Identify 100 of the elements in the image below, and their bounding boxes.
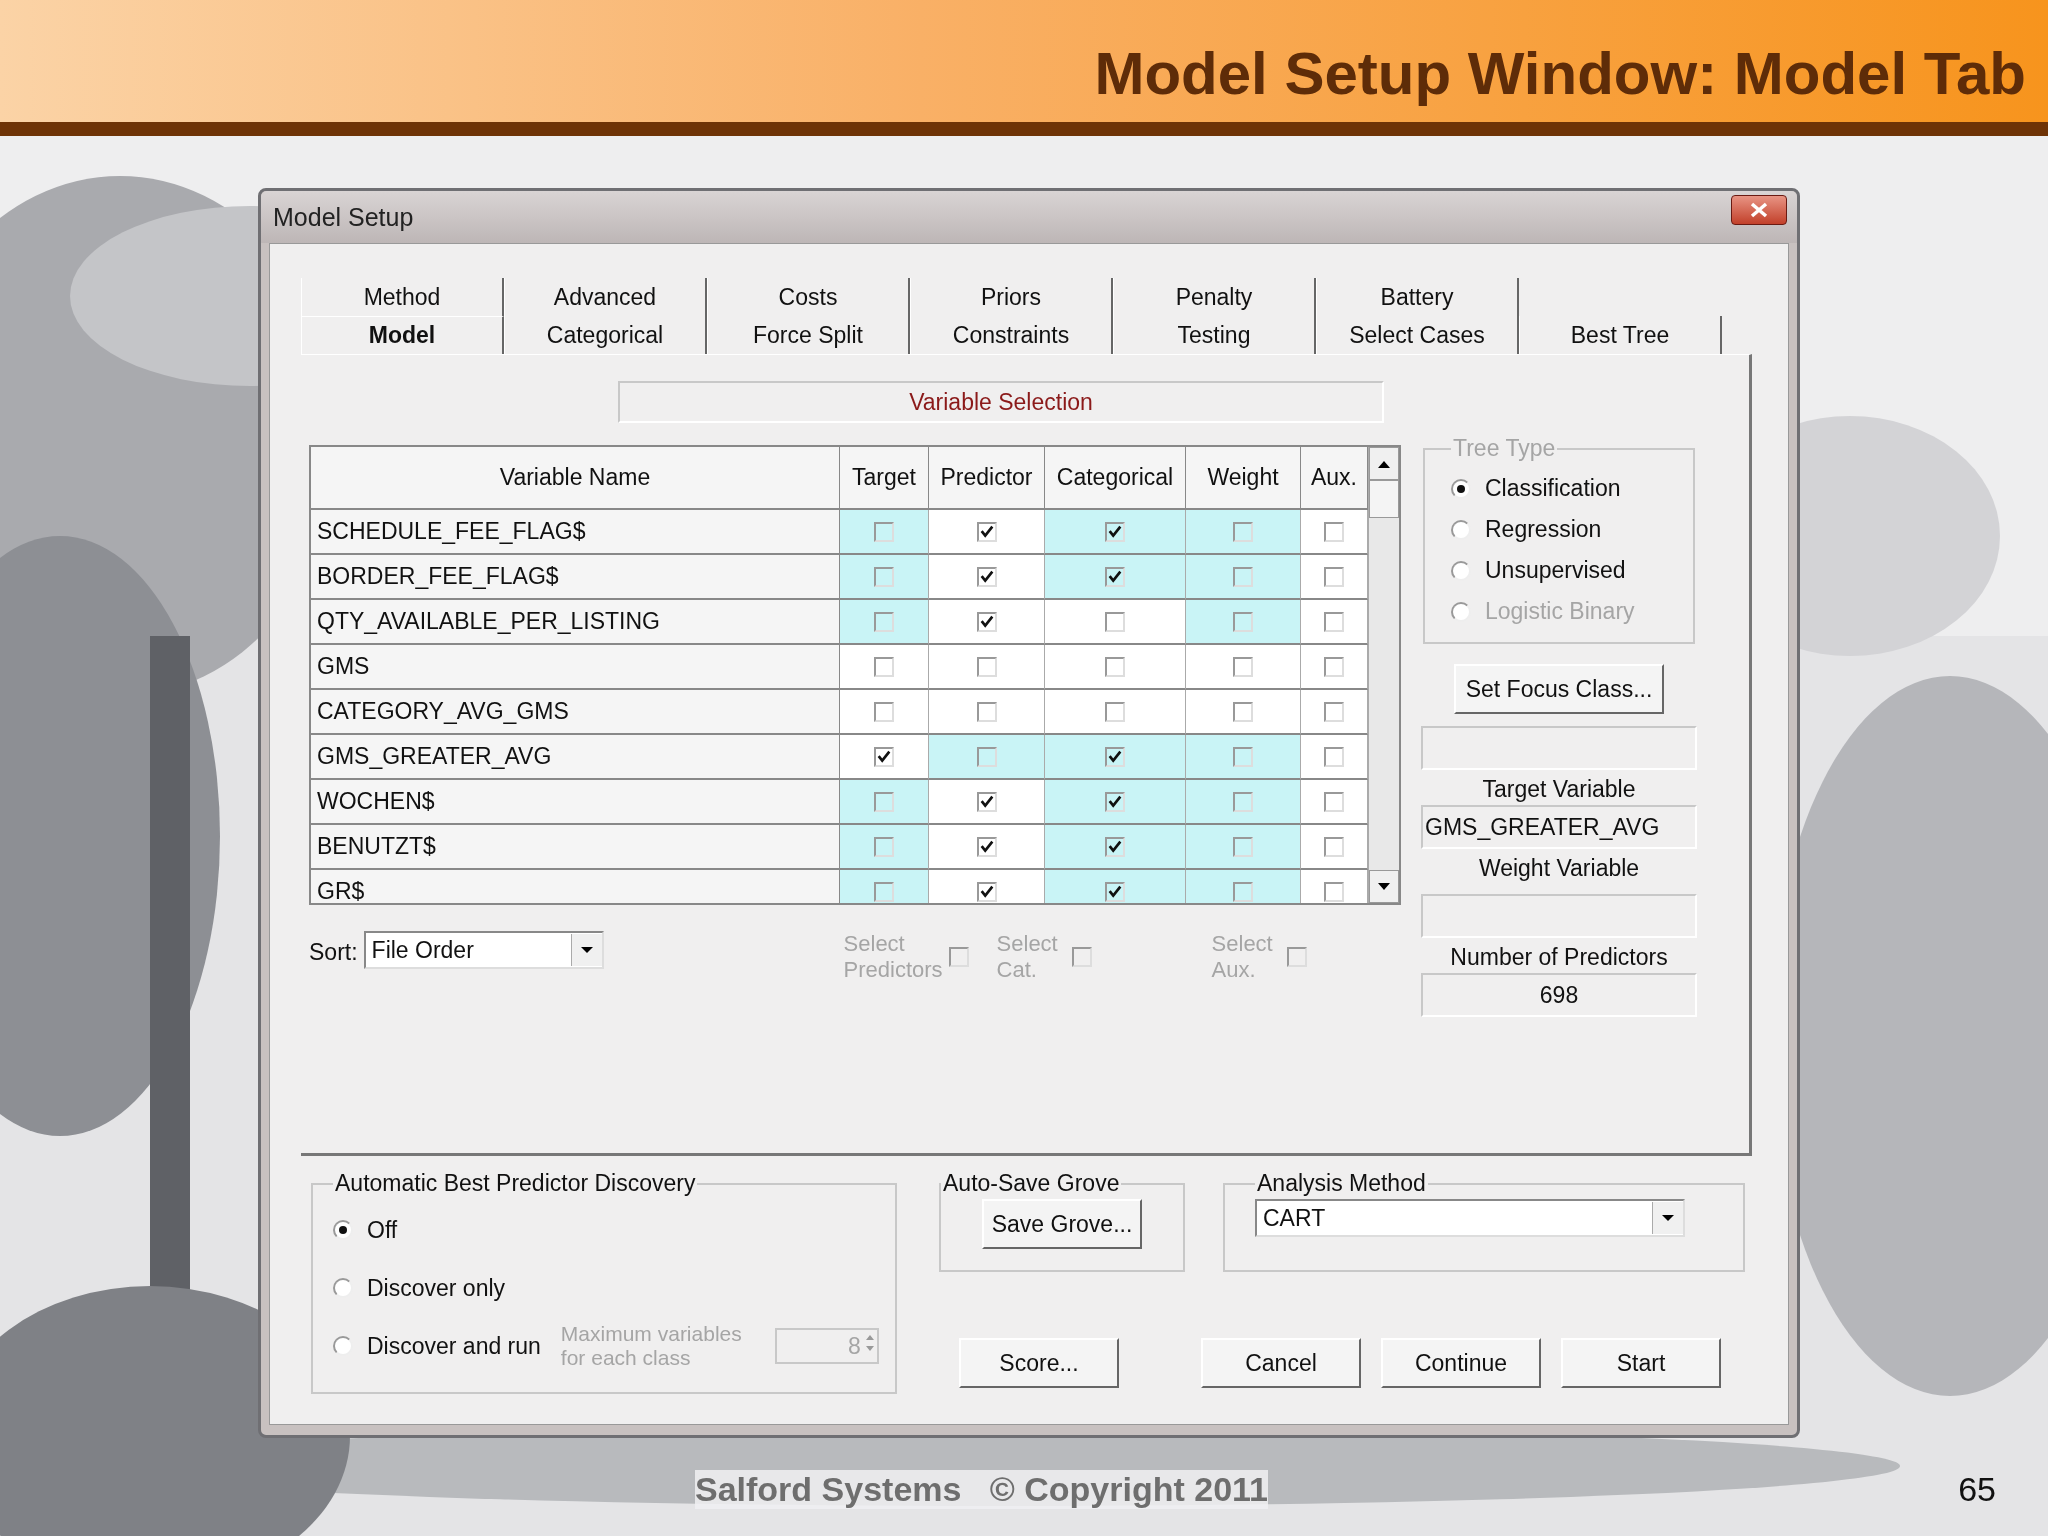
sort-label: Sort: [309,939,358,966]
radio-label: Unsupervised [1485,557,1626,584]
tab[interactable]: Testing [1113,316,1316,354]
dialog-button[interactable]: Start [1561,1338,1721,1388]
checkbox[interactable] [874,566,894,587]
checkbox[interactable] [1324,836,1344,857]
field-label: Target Variable [1482,776,1636,803]
column-header: Weight [1186,447,1301,510]
dialog-button[interactable]: Continue [1381,1338,1541,1388]
tab[interactable]: Best Tree [1519,316,1722,354]
checkbox-label: Select Cat. [996,931,1059,983]
checkbox[interactable] [1105,746,1125,767]
tab[interactable]: Method [301,278,504,316]
checkbox[interactable] [1324,611,1344,632]
checkbox[interactable] [1105,566,1125,587]
checkbox[interactable] [1324,881,1344,902]
tab[interactable]: Advanced [504,278,707,316]
checkbox[interactable] [1105,521,1125,542]
radio-label: Logistic Binary [1485,598,1635,625]
scroll-thumb[interactable] [1369,480,1399,518]
checkbox[interactable] [1233,746,1253,767]
checkbox[interactable] [976,836,997,857]
checkbox[interactable] [1233,521,1253,542]
dialog-button[interactable]: Score... [959,1338,1119,1388]
table-cell: SCHEDULE_FEE_FLAG$ [311,510,840,555]
checkbox[interactable] [1324,656,1344,677]
checkbox[interactable] [976,701,997,722]
checkbox[interactable] [976,791,997,812]
save-grove-button[interactable]: Save Grove... [982,1199,1142,1249]
tab[interactable]: Constraints [910,316,1113,354]
radio-button[interactable] [333,1336,353,1356]
section-header: Variable Selection [618,381,1384,423]
checkbox[interactable] [1324,746,1344,767]
tab[interactable]: Costs [707,278,910,316]
checkbox[interactable] [1105,836,1125,857]
checkbox[interactable] [874,791,894,812]
checkbox[interactable] [976,656,997,677]
checkbox[interactable] [1324,791,1344,812]
window-title: Model Setup [273,202,414,232]
checkbox[interactable] [1324,566,1344,587]
checkbox[interactable] [1233,836,1253,857]
target-variable-field: GMS_GREATER_AVG [1421,805,1697,849]
checkbox[interactable] [874,881,894,902]
tab[interactable]: Select Cases [1316,316,1519,354]
checkbox[interactable] [1233,566,1253,587]
analysis-method-dropdown[interactable]: CART [1255,1199,1685,1237]
tab[interactable]: Categorical [504,316,707,354]
close-button[interactable] [1731,195,1787,225]
radio-label: Regression [1485,516,1602,543]
slide-title: Model Setup Window: Model Tab [1094,39,2026,108]
checkbox[interactable] [1233,881,1253,902]
set-focus-class-button[interactable]: Set Focus Class... [1454,664,1664,714]
group-title: Auto-Save Grove [942,1170,1121,1197]
checkbox[interactable] [874,611,894,632]
radio-label: Off [367,1216,398,1244]
checkbox[interactable] [874,746,894,767]
tab[interactable]: Force Split [707,316,910,354]
checkbox[interactable] [1233,701,1253,722]
checkbox[interactable] [1105,881,1125,902]
checkbox[interactable] [976,521,997,542]
column-header: Categorical [1045,447,1186,510]
predictor-count-field: 698 [1421,973,1697,1017]
checkbox[interactable] [1324,521,1344,542]
checkbox[interactable] [1105,791,1125,812]
field-label: Weight Variable [1478,855,1640,882]
checkbox[interactable] [874,656,894,677]
column-header: Target [840,447,929,510]
table-cell: BENUTZT$ [311,825,840,870]
radio-button[interactable] [333,1278,353,1298]
checkbox[interactable] [1233,791,1253,812]
scroll-down-button[interactable] [1369,870,1399,903]
tab[interactable]: Priors [910,278,1113,316]
checkbox[interactable] [1105,611,1125,632]
checkbox[interactable] [874,701,894,722]
table-cell: CATEGORY_AVG_GMS [311,690,840,735]
field-label: Number of Predictors [1450,944,1668,971]
column-header: Predictor [929,447,1045,510]
checkbox[interactable] [874,521,894,542]
checkbox[interactable] [1233,611,1253,632]
checkbox[interactable] [976,881,997,902]
dialog-button[interactable]: Cancel [1201,1338,1361,1388]
checkbox[interactable] [1105,656,1125,677]
checkbox[interactable] [1324,701,1344,722]
tab[interactable]: Penalty [1113,278,1316,316]
radio-button[interactable] [333,1220,353,1240]
down-arrow-icon [1377,881,1391,892]
group-title: Automatic Best Predictor Discovery [334,1170,697,1197]
checkbox[interactable] [1105,701,1125,722]
table-cell: GR$ [311,870,840,903]
checkbox[interactable] [976,746,997,767]
scrollbar[interactable] [1368,447,1399,903]
checkbox[interactable] [1233,656,1253,677]
tab[interactable]: Battery [1316,278,1519,316]
scroll-up-button[interactable] [1369,447,1399,480]
tab[interactable]: Model [301,316,504,354]
checkbox[interactable] [976,566,997,587]
sort-dropdown[interactable]: File Order [363,931,604,969]
checkbox[interactable] [976,611,997,632]
group-title: Tree Type [1452,435,1557,462]
checkbox[interactable] [874,836,894,857]
